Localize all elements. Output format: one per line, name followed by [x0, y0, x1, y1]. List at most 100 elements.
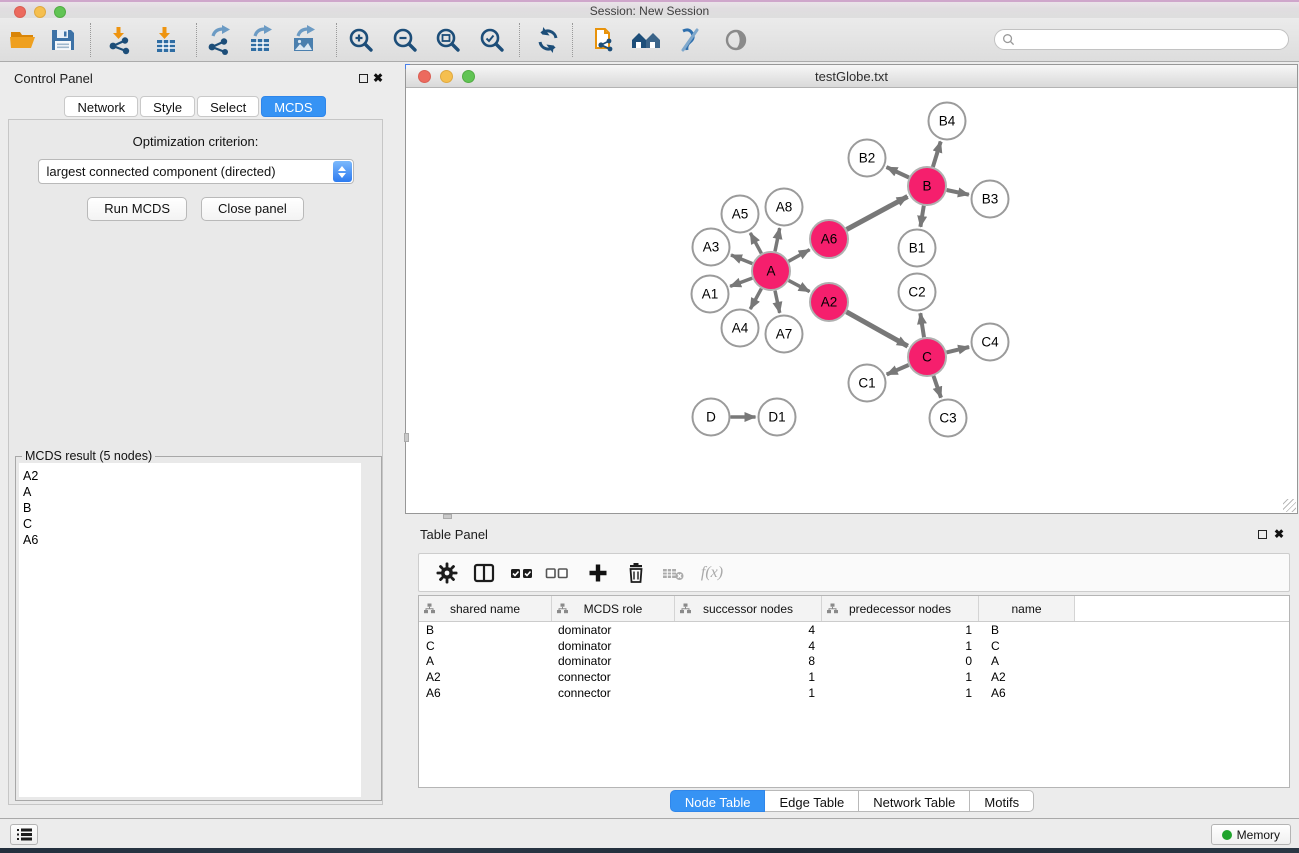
table-cell-mcds_role[interactable]: dominator [552, 639, 675, 653]
column-header-shared-name[interactable]: shared name [419, 596, 552, 621]
network-window-titlebar[interactable]: testGlobe.txt [406, 65, 1297, 88]
table-cell-predecessor_nodes[interactable]: 1 [822, 686, 979, 700]
table-cell-name[interactable]: A6 [979, 686, 1075, 700]
graph-edge-A-A8[interactable] [775, 228, 780, 251]
zoom-selected-button[interactable] [475, 23, 509, 57]
table-row[interactable]: Bdominator41B [419, 622, 1289, 638]
table-cell-shared_name[interactable]: A6 [419, 686, 552, 700]
graph-node-A3[interactable]: A3 [693, 229, 730, 266]
graph-node-A[interactable]: A [752, 252, 790, 290]
table-cell-name[interactable]: A2 [979, 670, 1075, 684]
graph-edge-A-A1[interactable] [730, 278, 752, 286]
graph-node-A5[interactable]: A5 [722, 196, 759, 233]
graph-node-C[interactable]: C [908, 338, 946, 376]
zoom-in-button[interactable] [344, 23, 378, 57]
export-image-button[interactable] [287, 23, 321, 57]
list-item[interactable]: A2 [19, 468, 361, 484]
table-cell-successor_nodes[interactable]: 1 [675, 670, 822, 684]
graph-node-A1[interactable]: A1 [692, 276, 729, 313]
graph-edge-B-B1[interactable] [920, 206, 923, 227]
table-cell-successor_nodes[interactable]: 4 [675, 639, 822, 653]
tab-edge-table[interactable]: Edge Table [765, 790, 859, 812]
deselect-all-button[interactable] [542, 554, 572, 591]
import-network-button[interactable] [103, 23, 137, 57]
graph-edge-B-B2[interactable] [887, 167, 909, 177]
column-header-successor-nodes[interactable]: successor nodes [675, 596, 822, 621]
tab-select[interactable]: Select [197, 96, 259, 117]
table-cell-shared_name[interactable]: C [419, 639, 552, 653]
graph-edge-A-A5[interactable] [750, 233, 761, 254]
resize-grip-icon[interactable] [1283, 499, 1296, 512]
graph-node-A2[interactable]: A2 [810, 283, 848, 321]
graph-node-D[interactable]: D [693, 399, 730, 436]
add-column-button[interactable] [583, 554, 613, 591]
table-cell-predecessor_nodes[interactable]: 1 [822, 639, 979, 653]
graph-node-A4[interactable]: A4 [722, 310, 759, 347]
float-panel-icon[interactable] [359, 74, 368, 83]
table-row[interactable]: Adominator80A [419, 653, 1289, 669]
graph-node-B[interactable]: B [908, 167, 946, 205]
function-builder-button[interactable]: f(x) [697, 554, 727, 591]
table-cell-successor_nodes[interactable]: 8 [675, 654, 822, 668]
graph-node-A6[interactable]: A6 [810, 220, 848, 258]
import-table-button[interactable] [149, 23, 183, 57]
table-cell-shared_name[interactable]: A [419, 654, 552, 668]
table-cell-predecessor_nodes[interactable]: 1 [822, 623, 979, 637]
graph-edge-A-A7[interactable] [775, 291, 780, 313]
graph-node-C4[interactable]: C4 [972, 324, 1009, 361]
graph-node-B3[interactable]: B3 [972, 181, 1009, 218]
close-panel-button[interactable]: Close panel [201, 197, 304, 221]
frame-resize-handle[interactable] [404, 433, 409, 442]
table-cell-shared_name[interactable]: B [419, 623, 552, 637]
save-session-button[interactable] [46, 23, 80, 57]
close-panel-icon[interactable]: ✖ [1274, 527, 1284, 541]
zoom-out-button[interactable] [388, 23, 422, 57]
graph-node-B1[interactable]: B1 [899, 230, 936, 267]
zoom-fit-button[interactable] [431, 23, 465, 57]
table-cell-name[interactable]: A [979, 654, 1075, 668]
show-column-panel-button[interactable] [469, 554, 499, 591]
show-hide-panel-button[interactable] [719, 23, 753, 57]
export-network-button[interactable] [202, 23, 236, 57]
search-field[interactable] [994, 29, 1289, 50]
column-header-name[interactable]: name [979, 596, 1075, 621]
table-cell-mcds_role[interactable]: connector [552, 686, 675, 700]
table-cell-name[interactable]: C [979, 639, 1075, 653]
table-cell-successor_nodes[interactable]: 4 [675, 623, 822, 637]
close-panel-icon[interactable]: ✖ [373, 71, 383, 85]
graph-node-D1[interactable]: D1 [759, 399, 796, 436]
task-history-button[interactable] [10, 824, 38, 845]
graph-edge-A2-C[interactable] [846, 312, 907, 346]
run-mcds-button[interactable]: Run MCDS [87, 197, 187, 221]
home-layout-button[interactable] [630, 23, 664, 57]
column-header-mcds-role[interactable]: MCDS role [552, 596, 675, 621]
delete-table-button[interactable] [659, 554, 689, 591]
graph-node-C3[interactable]: C3 [930, 400, 967, 437]
table-row[interactable]: A6connector11A6 [419, 685, 1289, 701]
graph-node-C1[interactable]: C1 [849, 365, 886, 402]
hide-graphics-details-button[interactable] [673, 23, 707, 57]
search-input[interactable] [1019, 33, 1288, 47]
criterion-dropdown[interactable]: largest connected component (directed) [38, 159, 354, 184]
float-panel-icon[interactable] [1258, 530, 1267, 539]
list-item[interactable]: C [19, 516, 361, 532]
list-item[interactable]: B [19, 500, 361, 516]
mcds-result-list[interactable]: A2ABCA6 [19, 463, 361, 797]
table-cell-successor_nodes[interactable]: 1 [675, 686, 822, 700]
table-cell-mcds_role[interactable]: dominator [552, 654, 675, 668]
column-header-predecessor-nodes[interactable]: predecessor nodes [822, 596, 979, 621]
list-item[interactable]: A6 [19, 532, 361, 548]
tab-style[interactable]: Style [140, 96, 195, 117]
select-all-button[interactable] [507, 554, 537, 591]
memory-button[interactable]: Memory [1211, 824, 1291, 845]
graph-edge-C-C2[interactable] [920, 313, 924, 337]
table-cell-name[interactable]: B [979, 623, 1075, 637]
graph-edge-C-C1[interactable] [887, 365, 909, 375]
refresh-button[interactable] [531, 23, 565, 57]
tab-motifs[interactable]: Motifs [970, 790, 1034, 812]
open-file-button[interactable] [6, 23, 40, 57]
graph-edge-A6-B[interactable] [847, 197, 908, 230]
list-item[interactable]: A [19, 484, 361, 500]
settings-gear-button[interactable] [432, 554, 462, 591]
graph-node-B4[interactable]: B4 [929, 103, 966, 140]
